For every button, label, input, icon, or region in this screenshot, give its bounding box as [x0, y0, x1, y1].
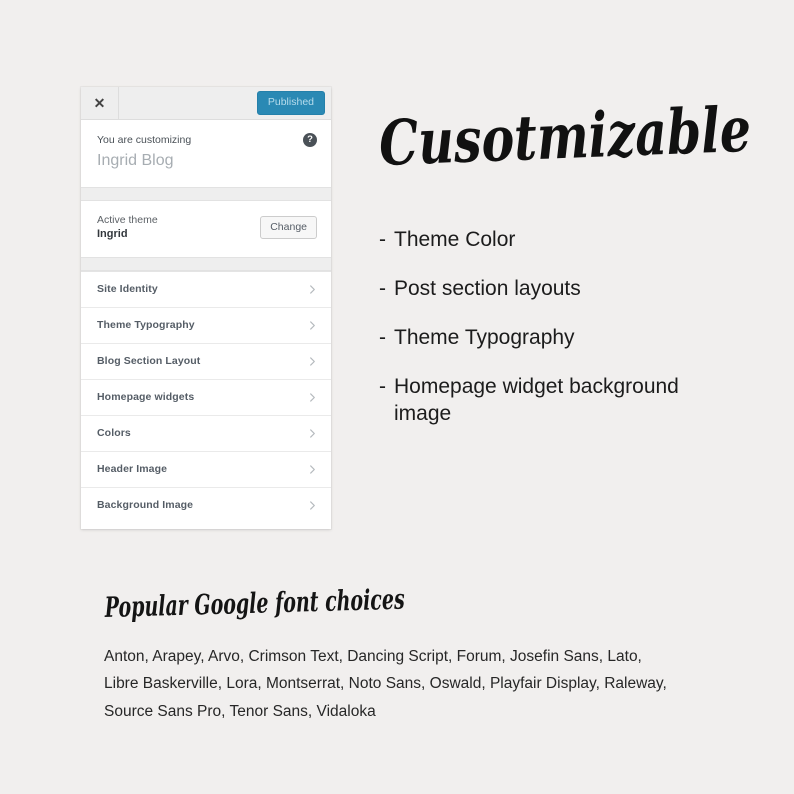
chevron-right-icon	[308, 392, 317, 402]
font-list-line: Source Sans Pro, Tenor Sans, Vidaloka	[104, 702, 376, 720]
svg-text:Popular Google font choices: Popular Google font choices	[104, 583, 406, 624]
feature-item: - Post section layouts	[379, 276, 729, 303]
font-list-line: Anton, Arapey, Arvo, Crimson Text, Danci…	[104, 648, 642, 665]
menu-item-label: Theme Typography	[97, 319, 195, 332]
active-theme-section: Active theme Ingrid Change	[81, 200, 331, 257]
active-theme-name: Ingrid	[97, 228, 128, 241]
change-theme-button[interactable]: Change	[260, 215, 317, 240]
menu-item-theme-typography[interactable]: Theme Typography	[81, 308, 331, 344]
menu-item-label: Blog Section Layout	[97, 355, 201, 368]
feature-text: Theme Typography	[394, 325, 575, 349]
customizer-topbar: ✕ Published	[81, 87, 331, 120]
menu-item-homepage-widgets[interactable]: Homepage widgets	[81, 380, 331, 416]
publish-button-cell: Published	[256, 87, 331, 119]
chevron-right-icon	[308, 500, 317, 510]
menu-item-blog-section-layout[interactable]: Blog Section Layout	[81, 344, 331, 380]
menu-item-site-identity[interactable]: Site Identity	[81, 272, 331, 308]
panel-bottom-padding	[81, 522, 331, 529]
feature-list: - Theme Color - Post section layouts - T…	[379, 227, 729, 449]
chevron-right-icon	[308, 356, 317, 366]
menu-item-label: Background Image	[97, 499, 194, 512]
feature-text: Homepage widget background image	[394, 374, 679, 425]
menu-item-header-image[interactable]: Header Image	[81, 452, 331, 488]
customizer-menu-list: Site Identity Theme Typography Blog Sect…	[81, 270, 331, 523]
publish-button[interactable]: Published	[256, 91, 325, 115]
site-title: Ingrid Blog	[97, 151, 174, 169]
customizing-section: You are customizing Ingrid Blog ?	[81, 120, 331, 187]
section-divider-2	[81, 256, 331, 271]
feature-dash: -	[379, 276, 386, 300]
menu-item-label: Header Image	[97, 463, 168, 476]
active-theme-label: Active theme	[97, 213, 158, 226]
svg-text:Cusotmizable: Cusotmizable	[378, 97, 752, 180]
chevron-right-icon	[308, 320, 317, 330]
font-name-list: Anton, Arapey, Arvo, Crimson Text, Danci…	[104, 643, 704, 725]
menu-item-label: Homepage widgets	[97, 391, 195, 404]
chevron-right-icon	[308, 428, 317, 438]
section-divider-1	[81, 186, 331, 201]
fonts-subtitle: Popular Google font choices	[103, 580, 408, 632]
help-icon[interactable]: ?	[303, 133, 317, 147]
menu-item-label: Colors	[97, 427, 131, 440]
menu-item-label: Site Identity	[97, 283, 158, 296]
customizing-label: You are customizing	[97, 134, 192, 146]
feature-dash: -	[379, 325, 386, 349]
feature-dash: -	[379, 228, 386, 251]
feature-text: Theme Color	[394, 228, 516, 251]
active-theme-text: Active theme Ingrid	[97, 214, 260, 242]
chevron-right-icon	[308, 284, 317, 294]
chevron-right-icon	[308, 464, 317, 474]
customizer-panel: ✕ Published You are customizing Ingrid B…	[81, 87, 331, 529]
feature-text: Post section layouts	[394, 276, 581, 300]
feature-item: - Theme Color	[379, 227, 729, 254]
feature-item: - Homepage widget background image	[379, 374, 729, 428]
promo-headline: Cusotmizable	[378, 97, 758, 189]
feature-dash: -	[379, 374, 386, 398]
close-icon[interactable]: ✕	[81, 87, 119, 119]
feature-item: - Theme Typography	[379, 325, 729, 352]
menu-item-colors[interactable]: Colors	[81, 416, 331, 452]
menu-item-background-image[interactable]: Background Image	[81, 488, 331, 523]
font-list-line: Libre Baskerville, Lora, Montserrat, Not…	[104, 675, 667, 693]
